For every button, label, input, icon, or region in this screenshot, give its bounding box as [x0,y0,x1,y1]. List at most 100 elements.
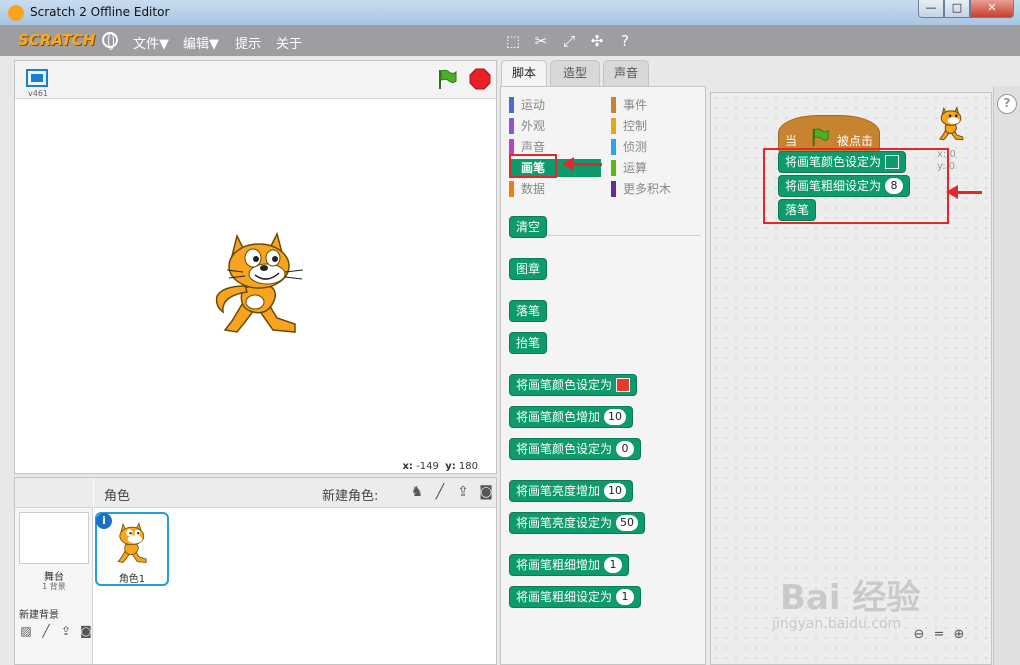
block-set-pen-color-to-swatch[interactable]: 将画笔颜色设定为 [509,374,638,396]
help-cursor-icon[interactable]: ? [615,31,635,51]
block-pen-down[interactable]: 落笔 [509,300,548,322]
category-color-bar [509,118,514,134]
category-label: 运算 [623,161,648,175]
block-set-pen-color-to-number[interactable]: 将画笔颜色设定为 0 [509,438,642,460]
watermark-brand: Bai 经验 [780,578,921,618]
color-swatch[interactable] [616,378,631,392]
category-color-bar [611,181,616,197]
category-color-bar [509,139,514,155]
stage-column: 舞台 1 背景 新建背景 ▨ ╱ ⇪ ◙ [15,478,93,664]
category-color-bar [509,97,514,113]
menu-about[interactable]: 关于 [276,33,302,52]
menu-edit[interactable]: 编辑▼ [183,33,219,52]
block-change-pen-size[interactable]: 将画笔粗细增加 1 [509,554,630,576]
stage-header: v461 [15,61,496,99]
block-clear[interactable]: 清空 [509,216,548,238]
block-label: 将画笔亮度增加 [516,484,601,498]
category-data[interactable]: 数据 [509,180,589,198]
category-more-blocks[interactable]: 更多积木 [611,180,701,198]
tab-sounds[interactable]: 声音 [603,60,649,86]
window-title: Scratch 2 Offline Editor [30,5,170,19]
block-set-pen-shade[interactable]: 将画笔亮度设定为 50 [509,512,646,534]
category-looks[interactable]: 外观 [509,117,589,135]
zoom-reset-icon[interactable]: = [931,627,947,643]
block-label: 将画笔颜色设定为 [516,378,613,392]
block-change-pen-color[interactable]: 将画笔颜色增加 10 [509,406,634,428]
stop-icon[interactable] [469,68,491,90]
category-motion[interactable]: 运动 [509,96,589,114]
category-operators[interactable]: 运算 [611,159,691,177]
annotation-arrow-pen-category [562,157,602,171]
menu-tips[interactable]: 提示 [235,33,261,52]
camera-icon[interactable]: ◙ [477,483,495,501]
category-color-bar [611,139,616,155]
sprite-library-icon[interactable]: ♞ [408,483,426,501]
zoom-in-icon[interactable]: ⊕ [951,627,967,643]
camera-icon[interactable]: ◙ [78,624,94,638]
paint-brush-icon[interactable]: ╱ [431,483,449,501]
number-input[interactable]: 50 [616,515,639,531]
block-pen-up[interactable]: 抬笔 [509,332,548,354]
number-input[interactable]: 10 [604,409,627,425]
category-label: 侦测 [623,140,648,154]
block-label: 落笔 [516,304,541,318]
green-flag-icon[interactable] [436,68,458,90]
zoom-out-icon[interactable]: ⊖ [911,627,927,643]
number-input[interactable]: 10 [604,483,627,499]
minimize-button[interactable]: — [918,0,944,18]
number-input[interactable]: 1 [604,557,623,573]
upload-icon[interactable]: ⇪ [58,624,74,638]
block-label: 抬笔 [516,336,541,350]
grow-icon[interactable]: ⤢ [559,31,579,51]
close-button[interactable]: ✕ [970,0,1014,18]
scratch-logo[interactable]: SCRATCH [18,31,95,49]
sprite-cat-on-stage[interactable] [207,226,317,336]
menu-bar: SCRATCH 文件▼ 编辑▼ 提示 关于 ⬚ ✂ ⤢ ✣ ? [0,26,1020,56]
new-sprite-tools: ♞ ╱ ⇪ ◙ [408,483,495,501]
language-globe-icon[interactable] [102,32,118,50]
category-control[interactable]: 控制 [611,117,691,135]
cut-icon[interactable]: ✂ [531,31,551,51]
scratch-cat-icon [8,5,24,21]
tab-costumes[interactable]: 造型 [550,60,600,86]
block-label: 将画笔粗细增加 [516,558,601,572]
fullscreen-icon[interactable] [26,69,48,87]
window-controls: — □ ✕ [918,0,1014,18]
x-label: x: [402,461,413,472]
paint-brush-icon[interactable]: ╱ [38,624,54,638]
category-label: 声音 [521,140,546,154]
stage-column-header [15,478,93,508]
block-label: 将画笔粗细设定为 [516,590,613,604]
stage-canvas[interactable] [15,100,496,458]
category-color-bar [611,160,616,176]
block-stamp[interactable]: 图章 [509,258,548,280]
menu-file[interactable]: 文件▼ [133,33,169,52]
category-color-bar [611,118,616,134]
block-label: 将画笔亮度设定为 [516,516,613,530]
duplicate-icon[interactable]: ⬚ [503,31,523,51]
tab-scripts[interactable]: 脚本 [501,60,547,87]
block-change-pen-shade[interactable]: 将画笔亮度增加 10 [509,480,634,502]
block-set-pen-size[interactable]: 将画笔粗细设定为 1 [509,586,642,608]
sprites-header: 角色 新建角色: ♞ ╱ ⇪ ◙ [94,478,496,508]
sprite-tile[interactable]: i 角色1 [95,512,169,586]
info-icon[interactable]: i [96,513,112,529]
block-label: 清空 [516,220,541,234]
number-input[interactable]: 1 [616,589,635,605]
maximize-button[interactable]: □ [944,0,970,18]
backdrop-library-icon[interactable]: ▨ [18,624,34,638]
category-sensing[interactable]: 侦测 [611,138,691,156]
green-flag-icon [812,128,829,147]
upload-icon[interactable]: ⇪ [454,483,472,501]
help-icon[interactable]: ? [997,94,1017,114]
hat-clicked-label: 被点击 [837,134,874,148]
category-label: 事件 [623,98,648,112]
number-input[interactable]: 0 [616,441,635,457]
mouse-coordinates: x: -149 y: 180 [15,461,496,475]
cursor-tools: ⬚ ✂ ⤢ ✣ ? [503,31,635,51]
hat-when-label: 当 [785,134,798,148]
shrink-icon[interactable]: ✣ [587,31,607,51]
new-backdrop-label: 新建背景 [19,610,59,621]
category-events[interactable]: 事件 [611,96,691,114]
stage-thumbnail[interactable] [19,512,89,564]
